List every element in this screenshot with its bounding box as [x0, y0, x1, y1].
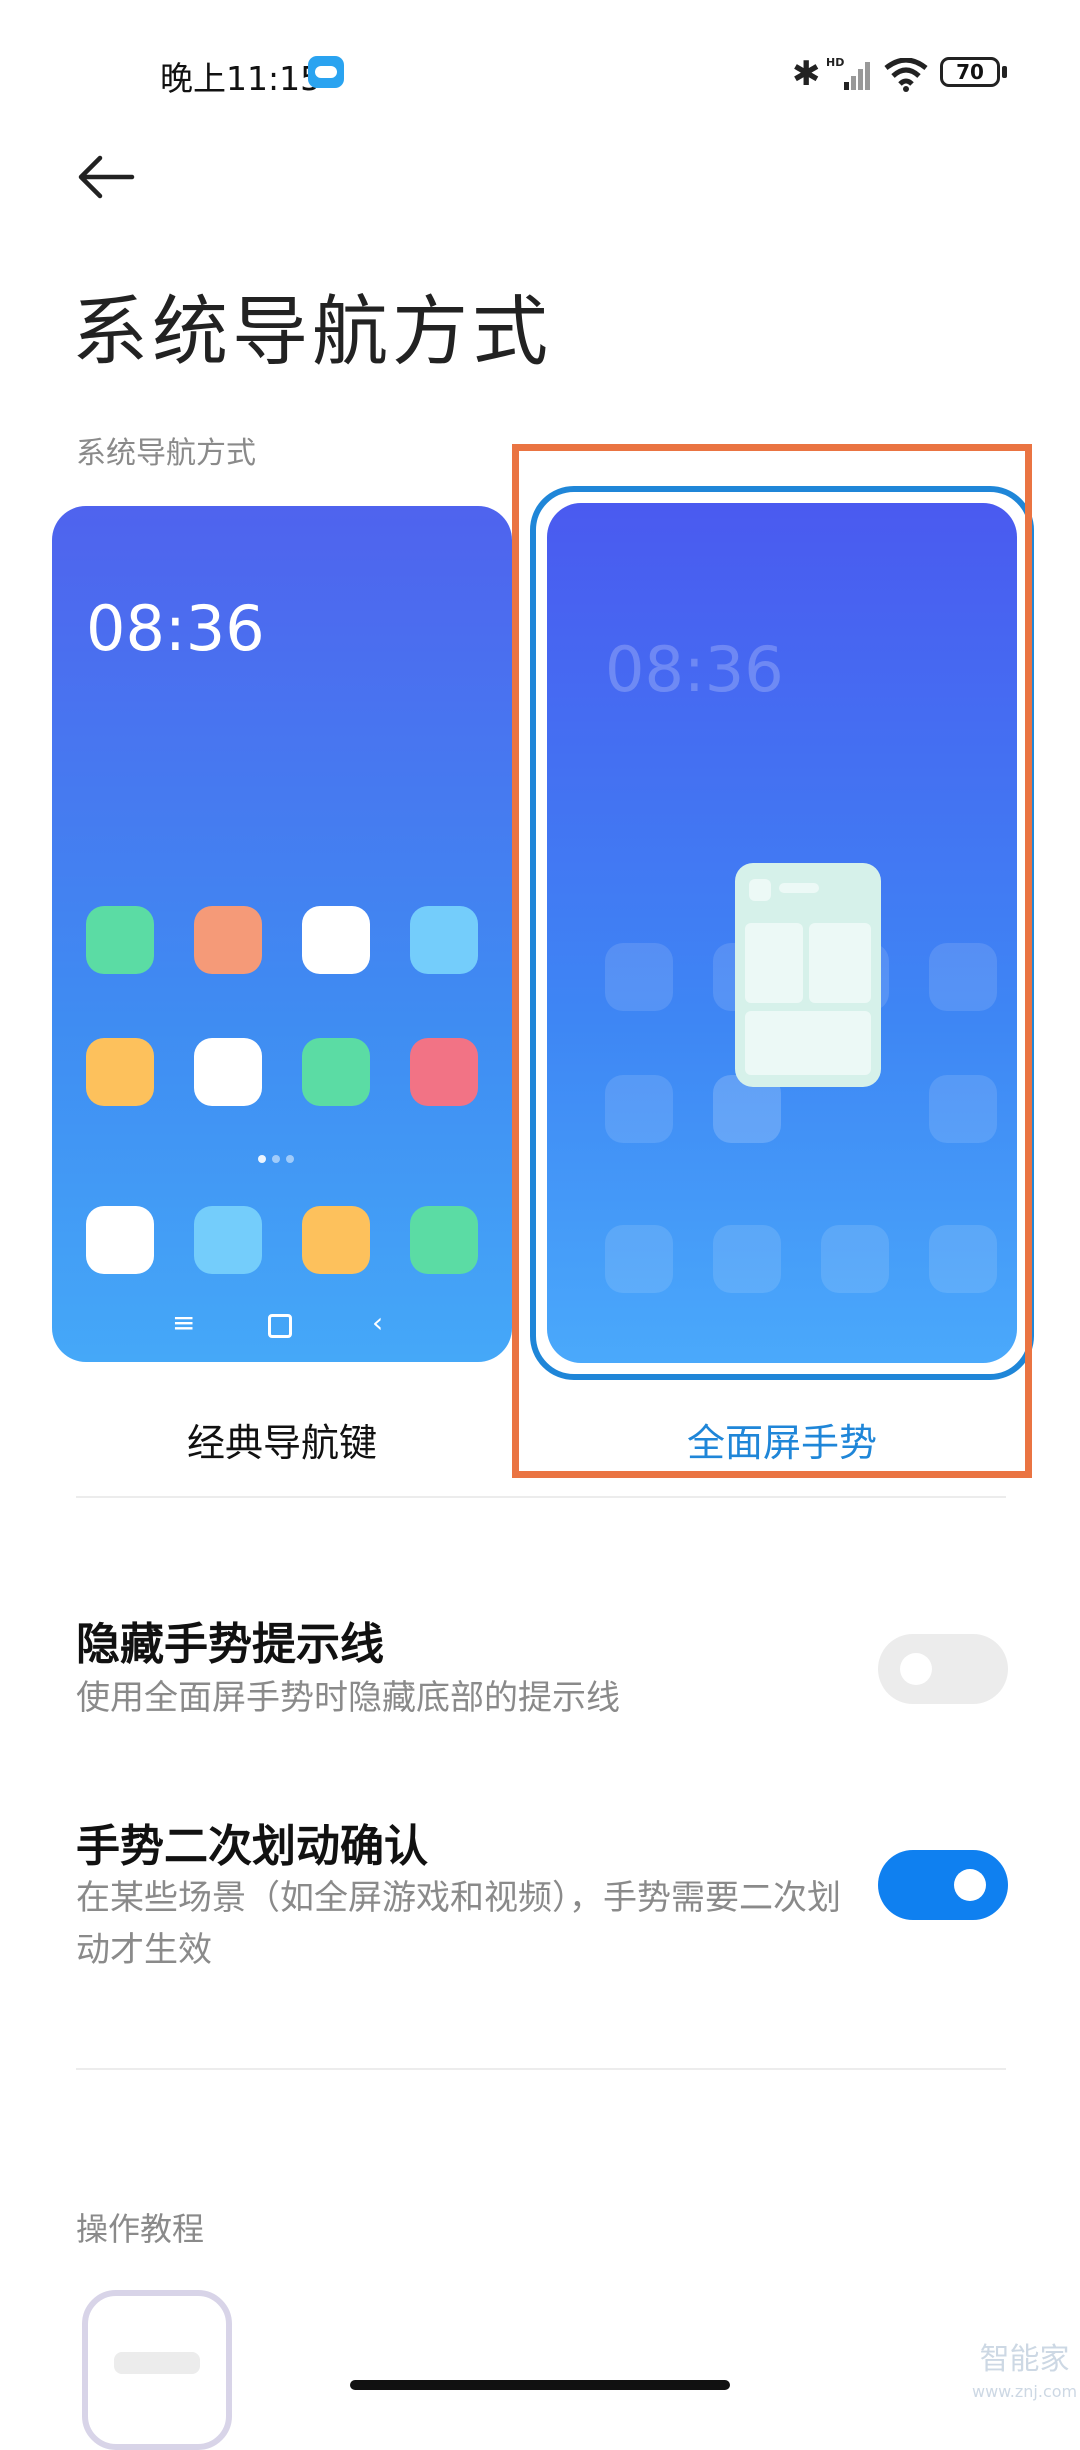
app-icon	[86, 1206, 154, 1274]
app-icon	[194, 1206, 262, 1274]
app-icon	[194, 1038, 262, 1106]
battery-tip	[1002, 66, 1007, 78]
hide-hint-toggle[interactable]	[878, 1634, 1008, 1704]
app-icon	[86, 906, 154, 974]
svg-text:HD: HD	[826, 56, 844, 69]
setting-desc-hide-hint: 使用全面屏手势时隐藏底部的提示线	[76, 1678, 620, 1718]
app-icon	[302, 1206, 370, 1274]
preview-clock: 08:36	[86, 592, 265, 665]
app-icon	[410, 906, 478, 974]
cloud-icon	[308, 56, 344, 88]
tutorial-label: 操作教程	[76, 2210, 205, 2248]
app-icon	[302, 1038, 370, 1106]
watermark: 智能家 www.znj.com	[972, 2344, 1077, 2408]
watermark-url: www.znj.com	[972, 2382, 1078, 2401]
setting-title-double-swipe: 手势二次划动确认	[76, 1821, 428, 1872]
watermark-text: 智能家	[979, 2342, 1070, 2377]
tutorial-thumbnail[interactable]	[82, 2290, 232, 2450]
toggle-knob	[900, 1653, 932, 1685]
battery-level: 70	[956, 60, 984, 84]
setting-title-hide-hint: 隐藏手势提示线	[76, 1619, 384, 1670]
nav-keys-bar: ≡ ‹	[172, 1306, 402, 1342]
wifi-icon	[884, 58, 928, 92]
app-icon	[302, 906, 370, 974]
highlight-box	[512, 444, 1032, 1478]
page-title: 系统导航方式	[72, 287, 552, 376]
page-indicator	[258, 1148, 300, 1167]
classic-nav-preview[interactable]: 08:36 ≡ ‹	[52, 506, 512, 1362]
status-time: 晚上11:15	[160, 59, 322, 98]
battery-icon: 70	[940, 57, 1000, 87]
divider	[76, 1496, 1006, 1498]
divider	[76, 2068, 1006, 2070]
app-icon	[410, 1206, 478, 1274]
menu-icon: ≡	[172, 1306, 196, 1339]
back-arrow-icon[interactable]	[76, 152, 136, 202]
hd-signal-icon: HD	[826, 56, 870, 90]
toggle-knob	[954, 1869, 986, 1901]
option-label-classic[interactable]: 经典导航键	[52, 1412, 512, 1467]
home-indicator[interactable]	[350, 2380, 730, 2390]
home-square-icon	[268, 1314, 292, 1338]
app-icon	[86, 1038, 154, 1106]
setting-desc-double-swipe: 在某些场景（如全屏游戏和视频），手势需要二次划动才生效	[76, 1878, 841, 1970]
app-icon	[410, 1038, 478, 1106]
back-chevron-icon: ‹	[372, 1306, 384, 1339]
section-label: 系统导航方式	[76, 436, 256, 471]
app-icon	[194, 906, 262, 974]
bluetooth-icon: ✱	[792, 54, 821, 94]
double-swipe-toggle[interactable]	[878, 1850, 1008, 1920]
